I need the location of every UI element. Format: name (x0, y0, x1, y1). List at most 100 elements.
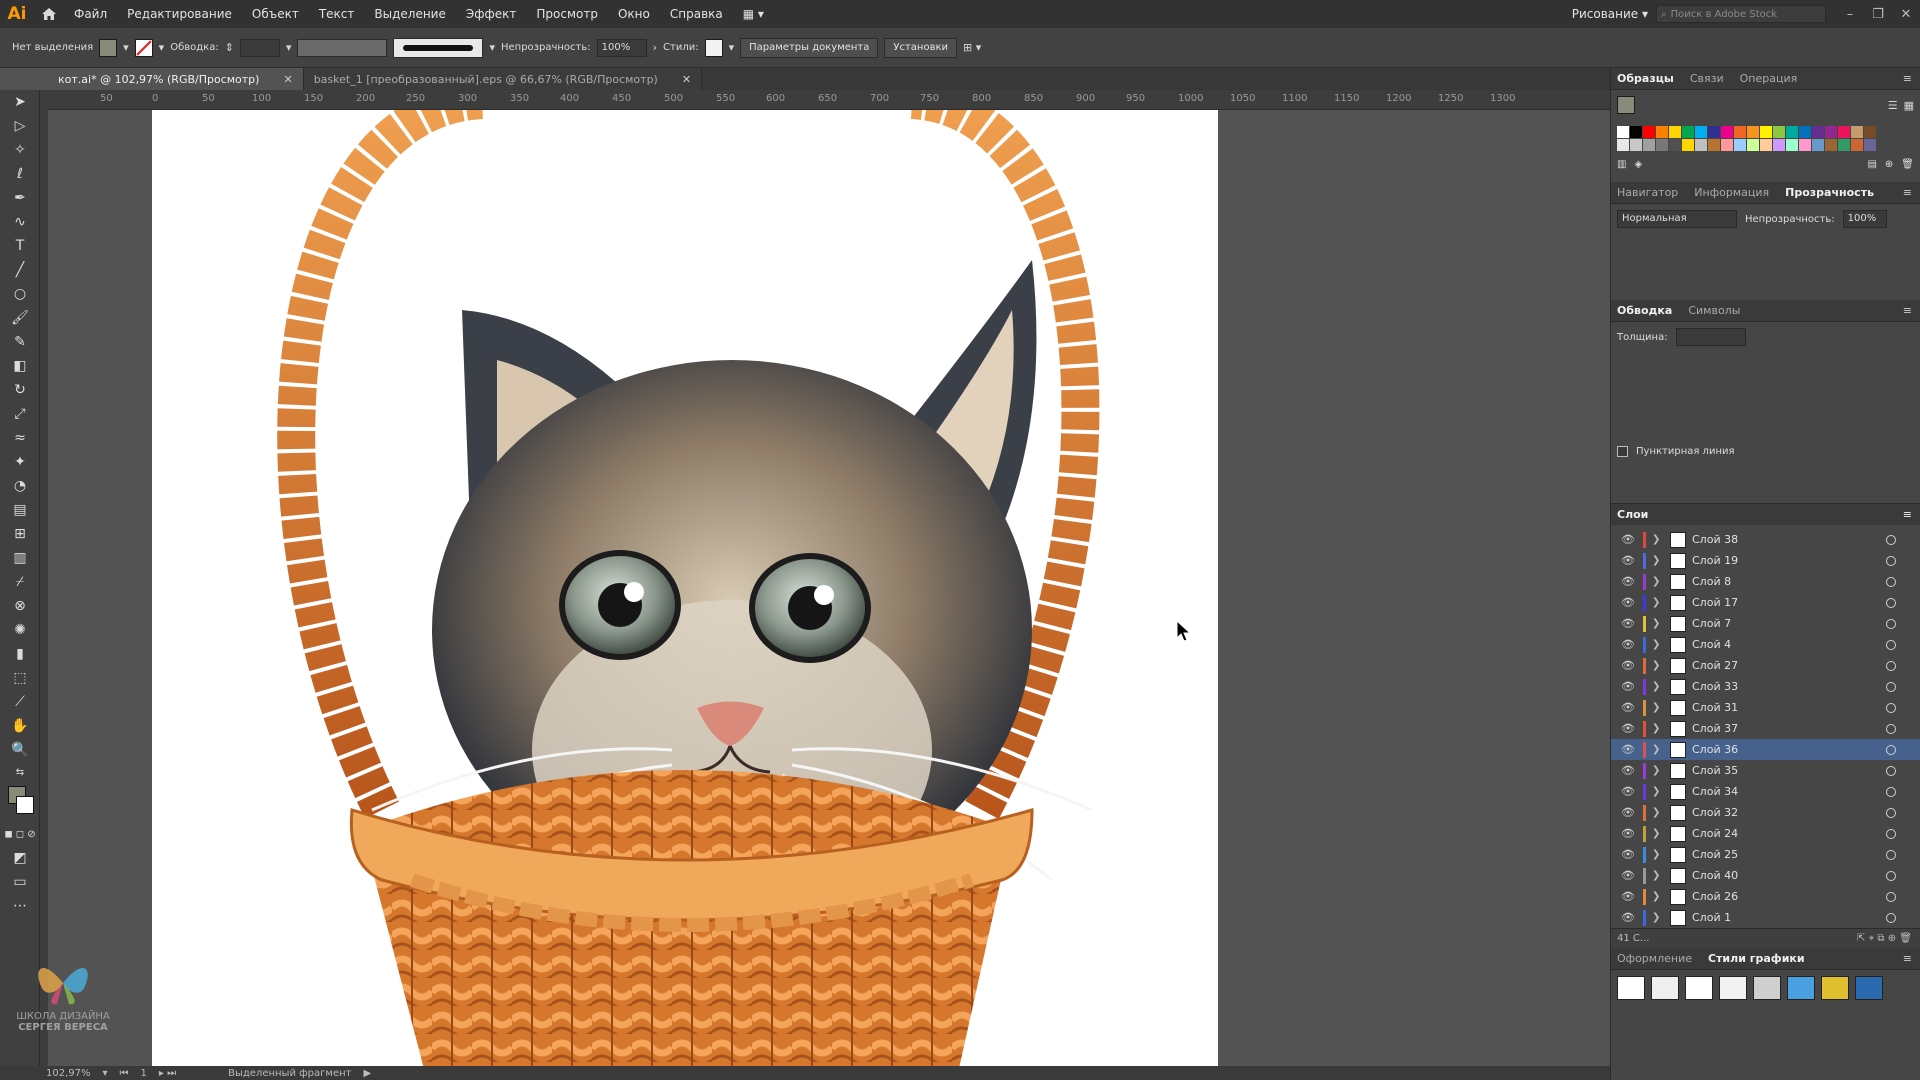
expand-chevron-icon[interactable]: ❯ (1652, 807, 1664, 818)
close-tab-icon[interactable]: ✕ (682, 73, 691, 86)
tab-appearance[interactable]: Оформление (1617, 952, 1692, 965)
swap-fill-stroke-icon[interactable]: ⇆ (0, 762, 40, 782)
layer-action-icons[interactable]: ⇱ ⌖ ⧉ ⊕ 🗑 (1857, 933, 1912, 944)
stroke-swatch[interactable] (134, 38, 153, 57)
stroke-weight-dropdown-icon[interactable]: ▾ (286, 41, 292, 54)
layer-row[interactable]: 👁 ❯ Слой 35 (1611, 760, 1920, 781)
tab-actions[interactable]: Операция (1740, 72, 1798, 85)
color-swatch[interactable] (1825, 139, 1837, 151)
pen-tool-icon[interactable]: ✒ (0, 186, 40, 210)
layer-name[interactable]: Слой 31 (1692, 701, 1880, 714)
layer-target-icon[interactable] (1886, 744, 1896, 755)
document-setup-button[interactable]: Параметры документа (740, 37, 879, 58)
panel-menu-icon[interactable]: ≡ (1903, 304, 1912, 317)
menu-file[interactable]: Файл (64, 7, 117, 21)
expand-chevron-icon[interactable]: ❯ (1652, 870, 1664, 881)
layer-target-icon[interactable] (1886, 807, 1896, 818)
curvature-tool-icon[interactable]: ∿ (0, 210, 40, 234)
tab-graphic-styles[interactable]: Стили графики (1708, 952, 1805, 965)
symbol-sprayer-tool-icon[interactable]: ✺ (0, 618, 40, 642)
color-swatch[interactable] (1721, 126, 1733, 138)
layer-target-icon[interactable] (1886, 639, 1896, 650)
align-icon[interactable]: ⊞ ▾ (963, 41, 981, 54)
tab-links[interactable]: Связи (1690, 72, 1724, 85)
current-fill-swatch[interactable] (1617, 96, 1635, 114)
expand-chevron-icon[interactable]: ❯ (1652, 723, 1664, 734)
color-swatch[interactable] (1695, 126, 1707, 138)
color-swatch[interactable] (1682, 126, 1694, 138)
menu-effect[interactable]: Эффект (456, 7, 527, 21)
expand-chevron-icon[interactable]: ❯ (1652, 576, 1664, 587)
graphic-style[interactable] (1821, 976, 1849, 1000)
column-graph-tool-icon[interactable]: ▮ (0, 642, 40, 666)
color-swatch[interactable] (1708, 126, 1720, 138)
visibility-eye-icon[interactable]: 👁 (1621, 617, 1637, 630)
artboard-nav-next-icon[interactable]: ▸ ⏭ (159, 1068, 176, 1079)
panel-menu-icon[interactable]: ≡ (1903, 508, 1912, 521)
menu-type[interactable]: Текст (309, 7, 365, 21)
color-swatch[interactable] (1643, 126, 1655, 138)
graphic-style[interactable] (1753, 976, 1781, 1000)
visibility-eye-icon[interactable]: 👁 (1621, 659, 1637, 672)
tab-info[interactable]: Информация (1694, 186, 1769, 199)
color-swatch[interactable] (1825, 126, 1837, 138)
layer-row[interactable]: 👁 ❯ Слой 38 (1611, 529, 1920, 550)
color-swatch[interactable] (1760, 126, 1772, 138)
fill-dropdown-icon[interactable]: ▾ (123, 41, 129, 54)
layer-row[interactable]: 👁 ❯ Слой 40 (1611, 865, 1920, 886)
shaper-tool-icon[interactable]: ✎ (0, 330, 40, 354)
color-swatch[interactable] (1851, 139, 1863, 151)
color-swatch[interactable] (1617, 139, 1629, 151)
layer-name[interactable]: Слой 24 (1692, 827, 1880, 840)
rotate-tool-icon[interactable]: ↻ (0, 378, 40, 402)
color-swatch[interactable] (1682, 139, 1694, 151)
shape-builder-tool-icon[interactable]: ◔ (0, 474, 40, 498)
panel-menu-icon[interactable]: ≡ (1903, 72, 1912, 85)
puppet-warp-tool-icon[interactable]: ✦ (0, 450, 40, 474)
color-swatch[interactable] (1838, 139, 1850, 151)
layer-row[interactable]: 👁 ❯ Слой 25 (1611, 844, 1920, 865)
layer-target-icon[interactable] (1886, 576, 1896, 587)
status-menu-icon[interactable]: ▶ (363, 1068, 371, 1079)
delete-swatch-icon[interactable]: 🗑 (1901, 159, 1914, 170)
paintbrush-tool-icon[interactable]: 🖌 (0, 306, 40, 330)
layer-row[interactable]: 👁 ❯ Слой 31 (1611, 697, 1920, 718)
layer-name[interactable]: Слой 1 (1692, 911, 1880, 924)
opacity-field[interactable]: 100% (596, 38, 647, 57)
visibility-eye-icon[interactable]: 👁 (1621, 596, 1637, 609)
color-swatch[interactable] (1747, 126, 1759, 138)
style-swatch[interactable] (704, 38, 723, 57)
color-swatch[interactable] (1864, 126, 1876, 138)
color-swatch[interactable] (1695, 139, 1707, 151)
artboard-tool-icon[interactable]: ⬚ (0, 666, 40, 690)
close-tab-icon[interactable]: ✕ (283, 73, 292, 86)
color-swatch[interactable] (1760, 139, 1772, 151)
menu-window[interactable]: Окно (608, 7, 660, 21)
draw-mode-icon[interactable]: ◩ (0, 846, 40, 870)
menu-help[interactable]: Справка (660, 7, 733, 21)
layer-name[interactable]: Слой 7 (1692, 617, 1880, 630)
graphic-style[interactable] (1651, 976, 1679, 1000)
expand-chevron-icon[interactable]: ❯ (1652, 891, 1664, 902)
layer-row[interactable]: 👁 ❯ Слой 32 (1611, 802, 1920, 823)
expand-chevron-icon[interactable]: ❯ (1652, 744, 1664, 755)
expand-chevron-icon[interactable]: ❯ (1652, 660, 1664, 671)
graphic-style[interactable] (1685, 976, 1713, 1000)
type-tool-icon[interactable]: T (0, 234, 40, 258)
layer-target-icon[interactable] (1886, 765, 1896, 776)
color-swatch[interactable] (1799, 139, 1811, 151)
visibility-eye-icon[interactable]: 👁 (1621, 869, 1637, 882)
expand-chevron-icon[interactable]: ❯ (1652, 618, 1664, 629)
expand-chevron-icon[interactable]: ❯ (1652, 912, 1664, 923)
layer-name[interactable]: Слой 17 (1692, 596, 1880, 609)
workspace-switcher[interactable]: Рисование ▾ (1564, 7, 1656, 21)
visibility-eye-icon[interactable]: 👁 (1621, 554, 1637, 567)
color-swatch[interactable] (1799, 126, 1811, 138)
preferences-button[interactable]: Установки (884, 37, 958, 58)
variable-width-field[interactable] (297, 38, 388, 57)
expand-chevron-icon[interactable]: ❯ (1652, 639, 1664, 650)
layer-row[interactable]: 👁 ❯ Слой 24 (1611, 823, 1920, 844)
perspective-grid-tool-icon[interactable]: ▤ (0, 498, 40, 522)
visibility-eye-icon[interactable]: 👁 (1621, 533, 1637, 546)
layer-row[interactable]: 👁 ❯ Слой 17 (1611, 592, 1920, 613)
